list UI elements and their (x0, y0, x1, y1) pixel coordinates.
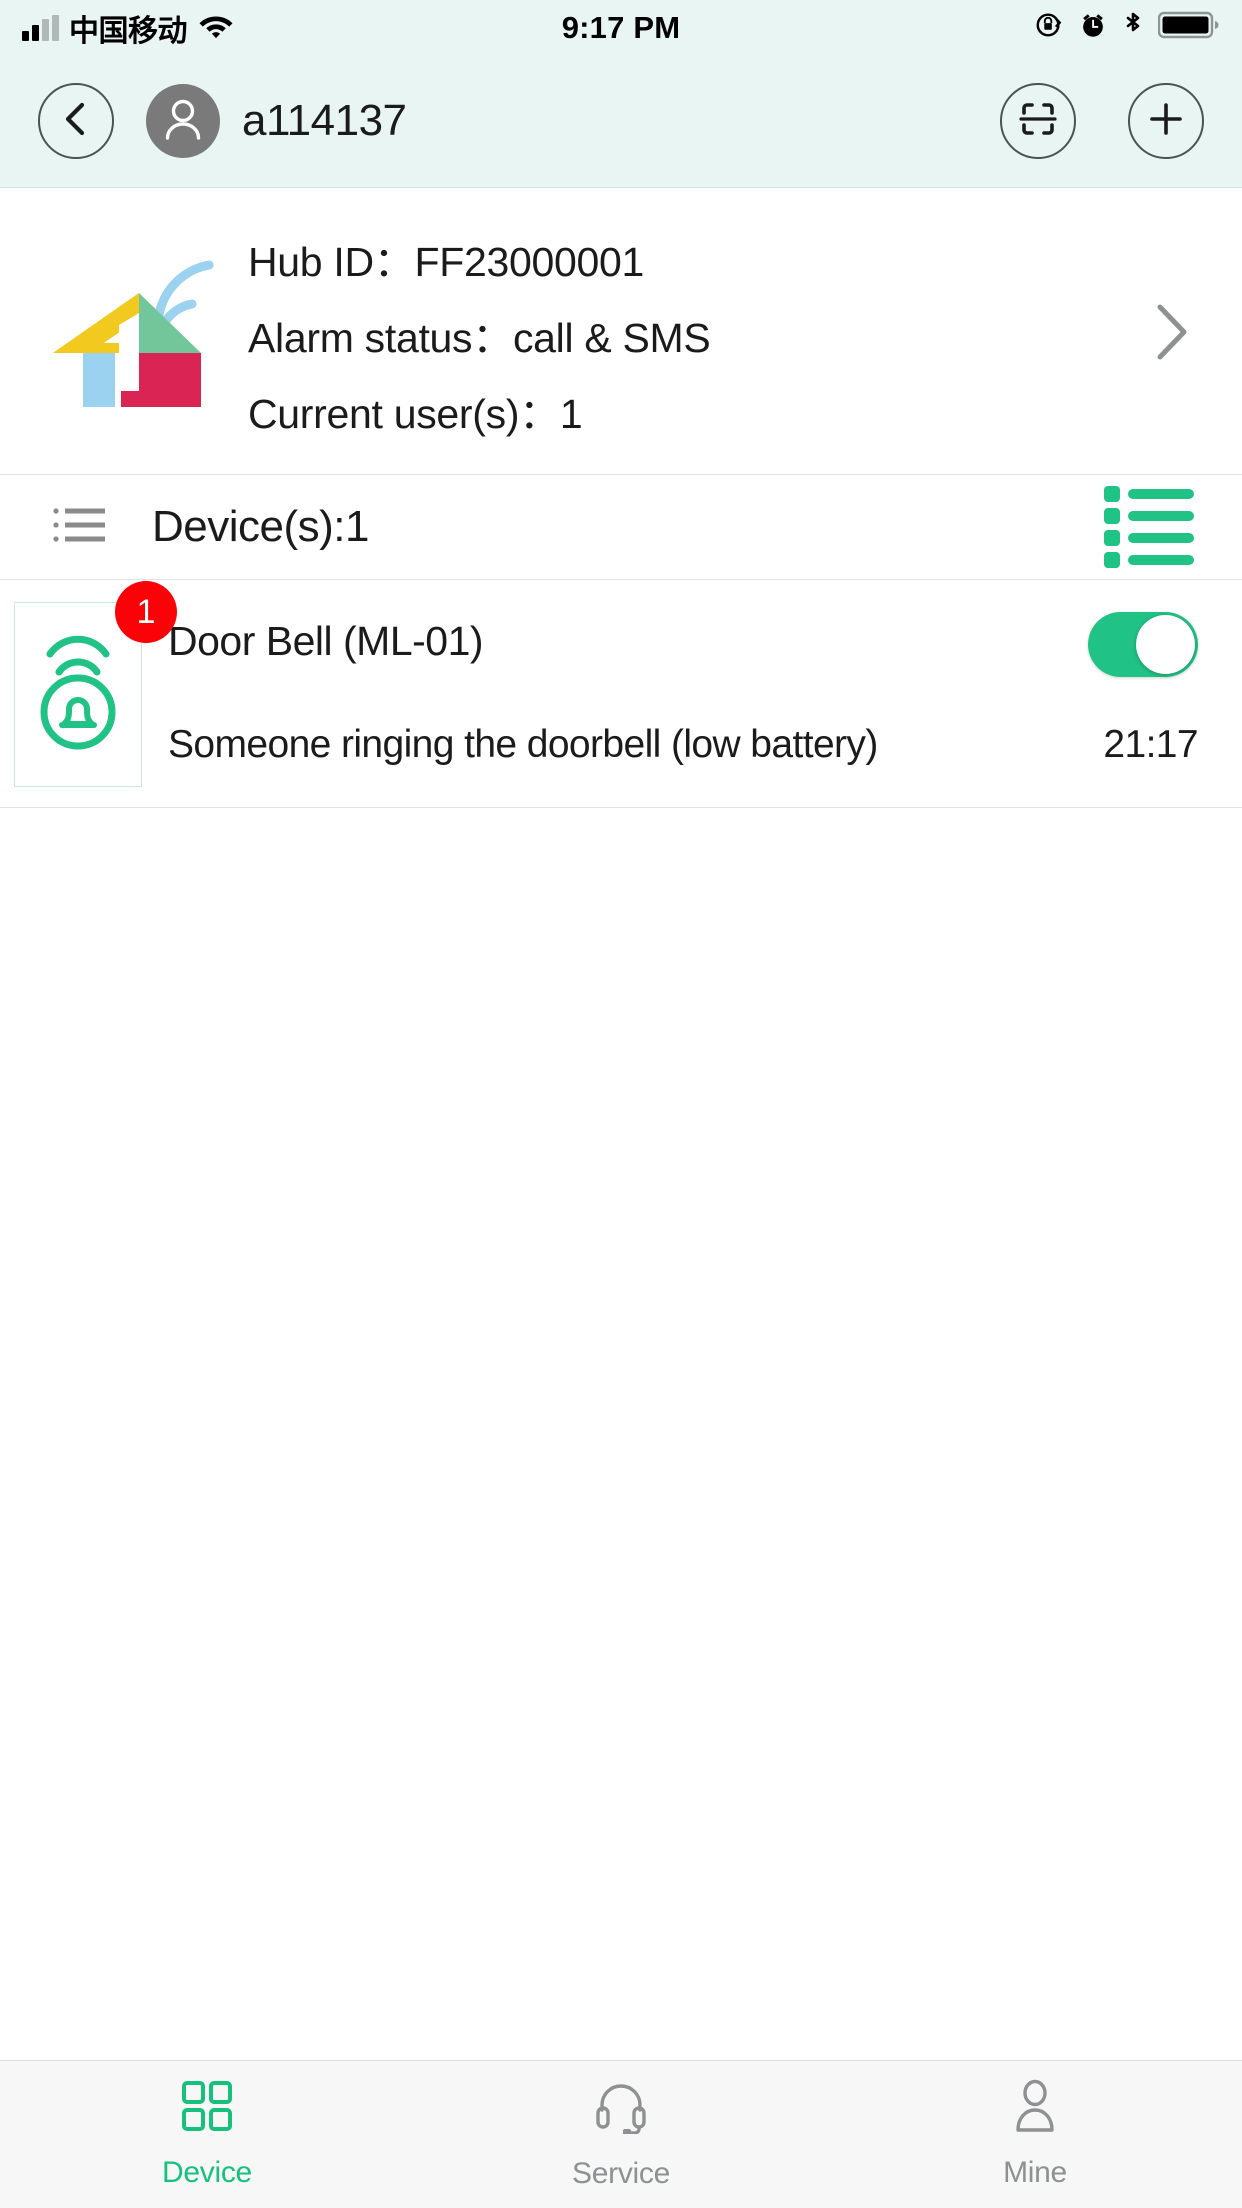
bluetooth-icon (1122, 9, 1144, 46)
user-avatar-icon (158, 94, 208, 149)
alarm-status-value: call & SMS (512, 315, 711, 361)
list-view-icon (1102, 482, 1198, 573)
person-icon (1008, 2079, 1062, 2138)
hub-detail-button[interactable] (1136, 301, 1206, 368)
smart-home-logo-icon (36, 254, 236, 414)
device-icon-container: 1 (14, 581, 177, 787)
hub-id-label: Hub ID： (248, 239, 415, 285)
app-header: a114137 (0, 55, 1242, 188)
device-list-header: Device(s):1 (0, 474, 1242, 580)
status-bar-left: 中国移动 (22, 6, 235, 50)
app-screen: 中国移动 9:17 PM a114137 Hub ID：FF23000001 A… (0, 0, 1242, 2208)
hub-summary-card[interactable]: Hub ID：FF23000001 Alarm status：call & SM… (0, 188, 1242, 474)
alarm-status-line: Alarm status：call & SMS (248, 304, 1136, 364)
tab-service[interactable]: Service (414, 2061, 828, 2208)
current-users-line: Current user(s)：1 (248, 380, 1136, 440)
hub-id-value: FF23000001 (414, 239, 645, 285)
current-users-label: Current user(s)： (248, 391, 560, 437)
device-title-row: Door Bell (ML-01) (168, 612, 1198, 677)
qr-scan-icon (1015, 96, 1061, 147)
tab-mine[interactable]: Mine (828, 2061, 1242, 2208)
list-bullet-icon (52, 502, 108, 553)
hub-info: Hub ID：FF23000001 Alarm status：call & SM… (236, 228, 1136, 440)
status-bar-right (1034, 9, 1220, 46)
device-body: Door Bell (ML-01) Someone ringing the do… (142, 602, 1199, 767)
device-status-message: Someone ringing the doorbell (low batter… (168, 723, 878, 766)
status-bar: 中国移动 9:17 PM (0, 0, 1242, 55)
doorbell-icon (26, 628, 130, 761)
device-name-label: Door Bell (ML-01) (168, 618, 484, 664)
chevron-right-icon (1150, 301, 1192, 368)
headset-icon (593, 2078, 649, 2139)
device-message-row: Someone ringing the doorbell (low batter… (168, 723, 1199, 767)
plus-icon (1144, 97, 1188, 146)
signal-icon (22, 14, 59, 41)
device-count-label: Device(s):1 (152, 502, 370, 551)
back-button[interactable] (38, 83, 114, 159)
rotation-lock-icon (1034, 10, 1064, 45)
device-list-item[interactable]: 1 Door Bell (ML-01) Someone ringing the … (0, 580, 1242, 808)
tab-mine-label: Mine (1003, 2156, 1067, 2189)
add-device-button[interactable] (1128, 83, 1204, 159)
chevron-left-icon (60, 99, 92, 144)
tab-device[interactable]: Device (0, 2061, 414, 2208)
bottom-tab-bar: Device Service Mine (0, 2060, 1242, 2208)
grid-squares-icon (180, 2079, 234, 2138)
hub-id-line: Hub ID：FF23000001 (248, 228, 1136, 288)
list-view-toggle-button[interactable] (1102, 482, 1198, 573)
battery-icon (1157, 10, 1220, 45)
alarm-clock-icon (1078, 10, 1108, 45)
carrier-label: 中国移动 (69, 14, 188, 48)
current-users-value: 1 (559, 391, 583, 437)
content-empty-area (0, 808, 1242, 2060)
alarm-status-label: Alarm status： (248, 315, 513, 361)
username-label: a114137 (242, 96, 407, 145)
qr-scan-button[interactable] (1000, 83, 1076, 159)
wifi-icon (197, 10, 235, 45)
tab-service-label: Service (572, 2157, 670, 2190)
avatar[interactable] (146, 84, 220, 158)
tab-device-label: Device (162, 2156, 252, 2189)
toggle-knob (1136, 615, 1195, 674)
device-event-time: 21:17 (1103, 723, 1198, 766)
unread-badge: 1 (115, 581, 177, 643)
app-header-actions (1000, 83, 1204, 159)
device-power-toggle[interactable] (1088, 612, 1198, 677)
